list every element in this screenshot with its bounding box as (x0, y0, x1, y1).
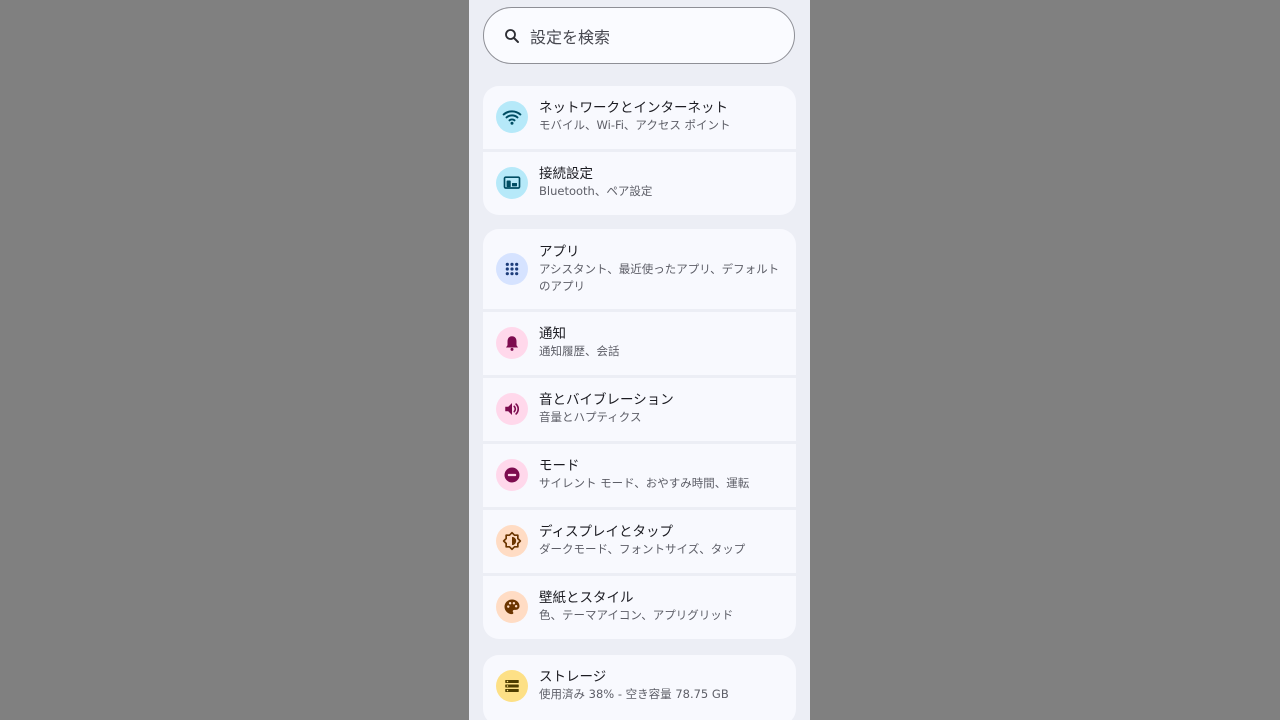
do-not-disturb-icon (496, 459, 528, 491)
wifi-icon (496, 101, 528, 133)
settings-group-device: アプリ アシスタント、最近使ったアプリ、デフォルトのアプリ 通知 通知履歴、会話… (483, 229, 796, 639)
settings-group-storage: ストレージ 使用済み 38% - 空き容量 78.75 GB (483, 655, 796, 720)
item-title: モード (539, 458, 580, 474)
settings-item-notifications[interactable]: 通知 通知履歴、会話 (483, 312, 796, 375)
bell-icon (496, 327, 528, 359)
item-title: ディスプレイとタップ (539, 524, 674, 540)
settings-item-sound[interactable]: 音とバイブレーション 音量とハプティクス (483, 378, 796, 441)
volume-icon (496, 393, 528, 425)
palette-icon (496, 591, 528, 623)
settings-item-connected-devices[interactable]: 接続設定 Bluetooth、ペア設定 (483, 152, 796, 215)
settings-item-display[interactable]: ディスプレイとタップ ダークモード、フォントサイズ、タップ (483, 510, 796, 573)
brightness-icon (496, 525, 528, 557)
item-subtitle: 色、テーマアイコン、アプリグリッド (539, 608, 734, 622)
item-title: 通知 (539, 326, 566, 342)
storage-icon (496, 670, 528, 702)
search-icon (503, 27, 521, 45)
settings-group-connectivity: ネットワークとインターネット モバイル、Wi-Fi、アクセス ポイント 接続設定… (483, 86, 796, 215)
apps-grid-icon (496, 253, 528, 285)
item-title: ネットワークとインターネット (539, 100, 728, 116)
item-title: 接続設定 (539, 166, 593, 182)
settings-item-wallpaper[interactable]: 壁紙とスタイル 色、テーマアイコン、アプリグリッド (483, 576, 796, 639)
settings-item-network[interactable]: ネットワークとインターネット モバイル、Wi-Fi、アクセス ポイント (483, 86, 796, 149)
item-subtitle: 音量とハプティクス (539, 410, 642, 424)
item-subtitle: 使用済み 38% - 空き容量 78.75 GB (539, 687, 729, 701)
devices-icon (496, 167, 528, 199)
search-placeholder: 設定を検索 (530, 27, 611, 47)
item-title: 音とバイブレーション (539, 392, 674, 408)
settings-screen: 設定を検索 ネットワークとインターネット モバイル、Wi-Fi、アクセス ポイン… (469, 0, 810, 720)
settings-item-storage[interactable]: ストレージ 使用済み 38% - 空き容量 78.75 GB (483, 655, 796, 720)
item-subtitle: ダークモード、フォントサイズ、タップ (539, 542, 746, 556)
item-subtitle: モバイル、Wi-Fi、アクセス ポイント (539, 118, 731, 132)
item-title: 壁紙とスタイル (539, 590, 634, 606)
item-subtitle: Bluetooth、ペア設定 (539, 184, 653, 198)
search-bar[interactable]: 設定を検索 (483, 7, 795, 64)
settings-item-modes[interactable]: モード サイレント モード、おやすみ時間、運転 (483, 444, 796, 507)
item-subtitle: 通知履歴、会話 (539, 344, 620, 358)
settings-item-apps[interactable]: アプリ アシスタント、最近使ったアプリ、デフォルトのアプリ (483, 229, 796, 309)
item-title: ストレージ (539, 669, 607, 685)
item-subtitle: サイレント モード、おやすみ時間、運転 (539, 476, 750, 490)
item-title: アプリ (539, 244, 580, 260)
item-subtitle: アシスタント、最近使ったアプリ、デフォルトのアプリ (539, 262, 780, 293)
